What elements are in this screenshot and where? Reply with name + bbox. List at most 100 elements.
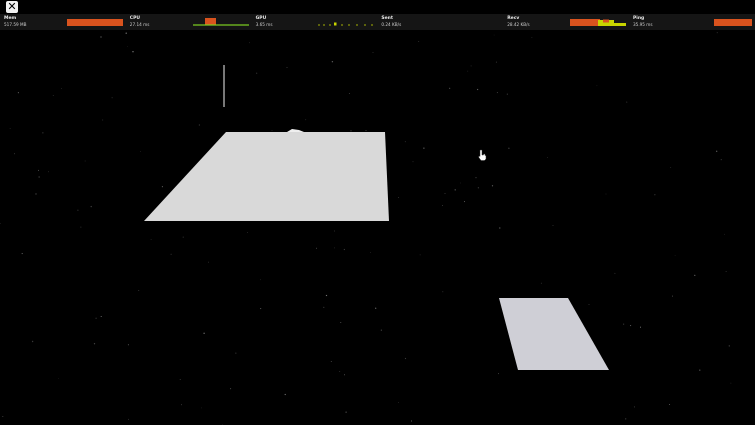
stat-label: Sent — [381, 16, 394, 21]
star — [694, 274, 696, 277]
star — [398, 197, 400, 199]
stat-graph-gpu — [318, 22, 374, 26]
star — [412, 161, 414, 163]
star — [127, 344, 129, 346]
star — [476, 88, 479, 91]
stat-value: 27.14 ms — [129, 22, 150, 27]
stat-value: 28.42 KB/s — [507, 22, 530, 27]
star — [444, 193, 446, 194]
close-button[interactable]: ✕ — [6, 1, 18, 13]
close-icon: ✕ — [7, 0, 17, 13]
star — [61, 88, 63, 89]
star — [626, 101, 628, 103]
star — [339, 371, 341, 372]
star — [365, 130, 367, 131]
stat-panel-recv: Recv 28.42 KB/s — [503, 14, 629, 30]
star — [343, 248, 346, 251]
star — [80, 226, 82, 228]
stats-bar: Mem 517.59 MB CPU 27.14 ms GPU 3.65 ms S… — [0, 14, 755, 30]
star — [495, 61, 497, 63]
star — [499, 227, 501, 229]
star — [201, 407, 202, 409]
star — [260, 279, 261, 281]
stat-panel-sent: Sent 0.24 KB/s — [377, 14, 503, 30]
star — [95, 317, 97, 319]
star — [100, 36, 102, 38]
graph-fill — [713, 19, 752, 26]
star — [150, 238, 152, 240]
star — [230, 388, 232, 390]
star — [38, 176, 40, 178]
star — [325, 294, 328, 297]
star — [716, 32, 718, 34]
star — [348, 93, 350, 94]
stat-panel-mem: Mem 517.59 MB — [0, 14, 126, 30]
star — [460, 182, 462, 184]
star — [111, 97, 113, 99]
star — [132, 51, 134, 53]
star — [614, 272, 616, 274]
star — [625, 418, 627, 420]
star — [454, 189, 456, 191]
graph-fill — [334, 22, 337, 26]
star — [126, 46, 128, 48]
star — [372, 52, 374, 53]
star — [2, 415, 4, 418]
star — [31, 340, 34, 343]
star — [623, 323, 625, 325]
star — [449, 87, 451, 89]
stat-label: Recv — [507, 16, 520, 21]
star — [410, 420, 413, 422]
star — [404, 357, 407, 360]
3d-scene[interactable] — [0, 0, 755, 425]
star — [179, 379, 181, 380]
star — [467, 70, 469, 72]
star — [475, 177, 477, 179]
star — [380, 329, 382, 331]
stat-value: 0.24 KB/s — [381, 22, 402, 27]
stat-graph-mem — [66, 17, 123, 26]
webxr-viewport[interactable]: ✕ Mem 517.59 MB CPU 27.14 ms GPU 3.65 ms — [0, 0, 755, 425]
star — [423, 147, 425, 149]
star — [596, 85, 598, 87]
star — [21, 253, 23, 255]
star — [52, 95, 54, 96]
star — [331, 61, 334, 63]
star — [669, 404, 671, 406]
stat-graph-recv — [569, 19, 626, 26]
star — [100, 315, 102, 318]
graph-fill — [66, 19, 123, 26]
star — [546, 157, 548, 159]
star — [138, 290, 140, 291]
graph-fill — [204, 18, 216, 25]
graph-fill — [569, 19, 600, 26]
star — [369, 252, 371, 253]
star — [140, 151, 142, 152]
star — [654, 194, 656, 196]
stat-panel-cpu: CPU 27.14 ms — [126, 14, 252, 30]
star — [343, 374, 346, 376]
star — [125, 32, 127, 34]
star — [672, 295, 673, 297]
star — [182, 236, 184, 238]
star — [540, 282, 542, 284]
star — [442, 291, 444, 293]
star — [235, 352, 237, 354]
stat-panel-gpu: GPU 3.65 ms — [252, 14, 378, 30]
stat-value: 517.59 MB — [4, 22, 27, 27]
star — [102, 119, 104, 121]
star — [639, 326, 642, 328]
star — [161, 186, 163, 188]
star — [77, 209, 79, 211]
star — [260, 308, 262, 310]
star — [724, 233, 725, 235]
star — [84, 160, 86, 162]
star — [477, 187, 480, 189]
stat-label: Ping — [632, 16, 645, 21]
star — [491, 185, 494, 187]
star — [256, 72, 258, 74]
stat-label: GPU — [255, 16, 267, 21]
star — [506, 93, 508, 95]
star — [588, 304, 590, 305]
star — [38, 169, 39, 171]
